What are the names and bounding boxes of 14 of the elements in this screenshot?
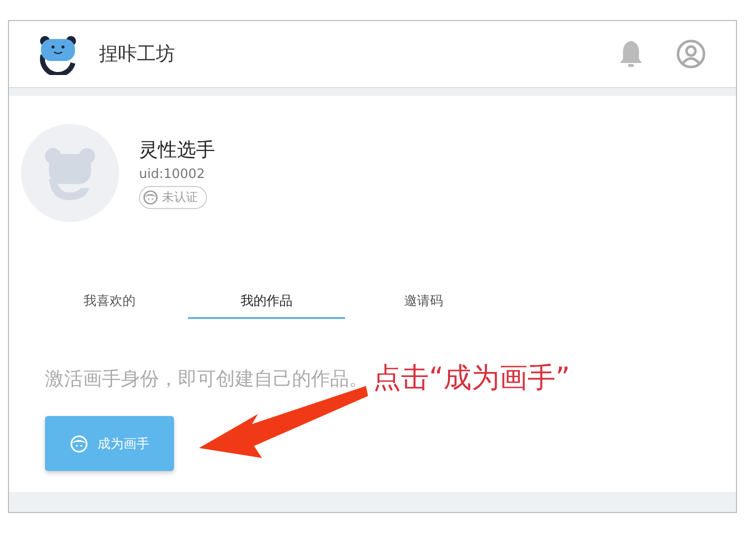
tab[interactable]: 我的作品 xyxy=(188,285,345,319)
face-icon xyxy=(143,190,158,205)
verification-badge: 未认证 xyxy=(139,186,207,209)
tab[interactable]: 我喜欢的 xyxy=(31,285,188,319)
app-title: 捏咔工坊 xyxy=(99,42,176,67)
bear-logo-icon xyxy=(37,33,79,75)
user-name: 灵性选手 xyxy=(139,138,215,163)
annotation-text: 点击“成为画手” xyxy=(373,360,570,396)
user-icon[interactable] xyxy=(676,39,706,69)
tab[interactable]: 邀请码 xyxy=(345,285,502,319)
hint-text: 激活画手身份，即可创建自己的作品。 xyxy=(45,367,368,392)
bell-icon[interactable] xyxy=(618,39,644,69)
face-icon xyxy=(70,434,88,452)
user-id: uid:10002 xyxy=(139,167,206,182)
